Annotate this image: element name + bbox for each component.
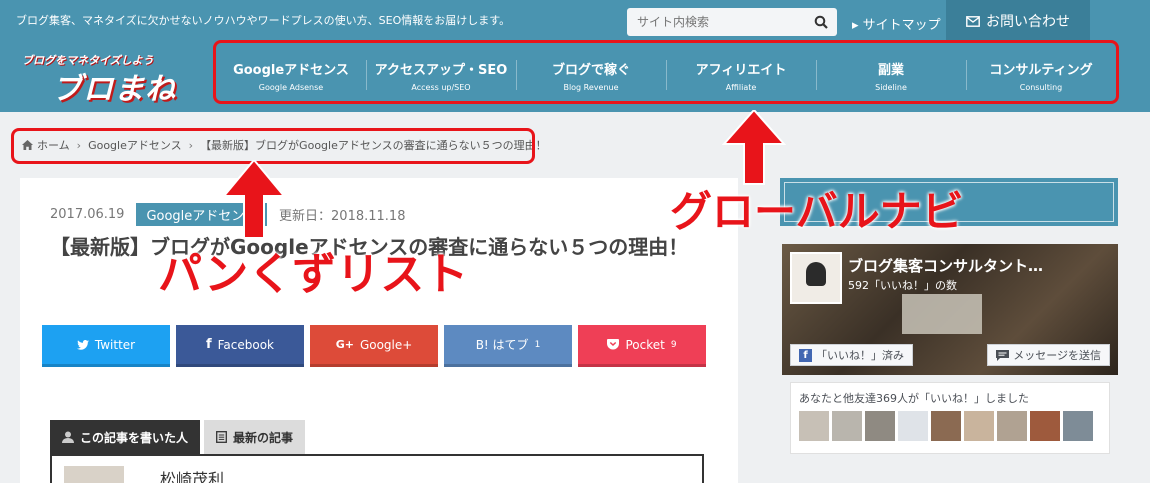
share-buttons: Twitter f Facebook G+ Google+ B! はてブ 1 P… — [42, 325, 706, 367]
avatar[interactable] — [997, 411, 1027, 441]
share-count: 9 — [670, 339, 677, 350]
facebook-icon: f — [799, 348, 812, 362]
avatar[interactable] — [790, 252, 842, 304]
arrow-up-icon — [222, 160, 286, 239]
avatar[interactable] — [832, 411, 862, 441]
friend-avatars — [799, 411, 1093, 441]
twitter-icon — [76, 339, 89, 350]
author-tabs: この記事を書いた人 最新の記事 — [50, 420, 306, 454]
facebook-share-button[interactable]: f Facebook — [176, 325, 304, 367]
fb-message-label: メッセージを送信 — [1013, 349, 1101, 362]
avatar[interactable] — [964, 411, 994, 441]
tab-author[interactable]: この記事を書いた人 — [50, 420, 201, 454]
avatar[interactable] — [1030, 411, 1060, 441]
author-photo — [64, 466, 124, 483]
author-name[interactable]: 松崎茂利 — [160, 466, 224, 483]
sitemap-link[interactable]: ▸ サイトマップ — [852, 14, 941, 33]
avatar[interactable] — [865, 411, 895, 441]
breadcrumb-highlight-box — [11, 128, 535, 164]
share-count: 1 — [534, 339, 541, 350]
tab-label: この記事を書いた人 — [80, 430, 189, 445]
site-tagline: ブログ集客、マネタイズに欠かせないノウハウやワードプレスの使い方、SEO情報をお… — [16, 14, 511, 27]
share-label: Facebook — [217, 337, 275, 352]
share-label: Google+ — [359, 337, 413, 352]
arrow-up-icon — [722, 110, 786, 185]
fb-friends-box: あなたと他友達369人が「いいね！」しました — [790, 382, 1110, 454]
contact-button[interactable]: お問い合わせ — [946, 0, 1090, 42]
pocket-icon — [607, 339, 620, 350]
facebook-icon: f — [205, 337, 212, 352]
fb-page-name[interactable]: ブログ集客コンサルタント… — [848, 255, 1108, 276]
fb-like-count: 592「いいね！」の数 — [848, 279, 957, 292]
tab-label: 最新の記事 — [233, 430, 294, 445]
fb-liked-button[interactable]: f 「いいね！」済み — [790, 344, 913, 366]
sitemap-label: サイトマップ — [862, 18, 941, 33]
facebook-page-widget[interactable]: ブログ集客コンサルタント… 592「いいね！」の数 f 「いいね！」済み メッセ… — [782, 244, 1118, 375]
site-logo[interactable]: ブログをマネタイズしよう ブロまね — [22, 50, 192, 107]
avatar[interactable] — [799, 411, 829, 441]
post-updated: 更新日：2018.11.18 — [279, 209, 406, 224]
avatar[interactable] — [1063, 411, 1093, 441]
article: 2017.06.19 Googleアドセンス 更新日：2018.11.18 【最… — [20, 178, 738, 483]
pocket-share-button[interactable]: Pocket 9 — [578, 325, 706, 367]
share-label: Pocket — [625, 337, 665, 352]
share-label: B! はてブ — [475, 338, 529, 352]
chevron-right-icon: ▸ — [852, 18, 863, 33]
logo-text: ブロまね — [52, 72, 176, 107]
search-box[interactable] — [627, 8, 837, 36]
user-icon — [62, 431, 74, 443]
post-date: 2017.06.19 — [50, 207, 125, 222]
contact-label: お問い合わせ — [986, 14, 1070, 30]
mail-icon — [966, 15, 980, 27]
author-box: 松崎茂利 — [50, 454, 704, 483]
search-input[interactable] — [627, 9, 807, 35]
avatar[interactable] — [898, 411, 928, 441]
document-icon — [216, 431, 227, 443]
googleplus-share-button[interactable]: G+ Google+ — [310, 325, 438, 367]
search-icon[interactable] — [814, 15, 828, 29]
background-photo — [902, 294, 982, 334]
fb-liked-label: 「いいね！」済み — [816, 349, 904, 362]
googleplus-icon: G+ — [335, 338, 354, 351]
share-label: Twitter — [94, 337, 136, 352]
tab-latest[interactable]: 最新の記事 — [204, 420, 306, 454]
breadcrumb-annotation-label: パンくずリスト — [158, 249, 469, 300]
hatena-share-button[interactable]: B! はてブ 1 — [444, 325, 572, 367]
fb-message-button[interactable]: メッセージを送信 — [987, 344, 1110, 366]
avatar[interactable] — [931, 411, 961, 441]
twitter-share-button[interactable]: Twitter — [42, 325, 170, 367]
nav-highlight-box — [213, 40, 1119, 104]
message-icon — [996, 349, 1010, 361]
fb-friends-text: あなたと他友達369人が「いいね！」しました — [799, 392, 1029, 405]
nav-annotation-label: グローバルナビ — [670, 187, 964, 236]
